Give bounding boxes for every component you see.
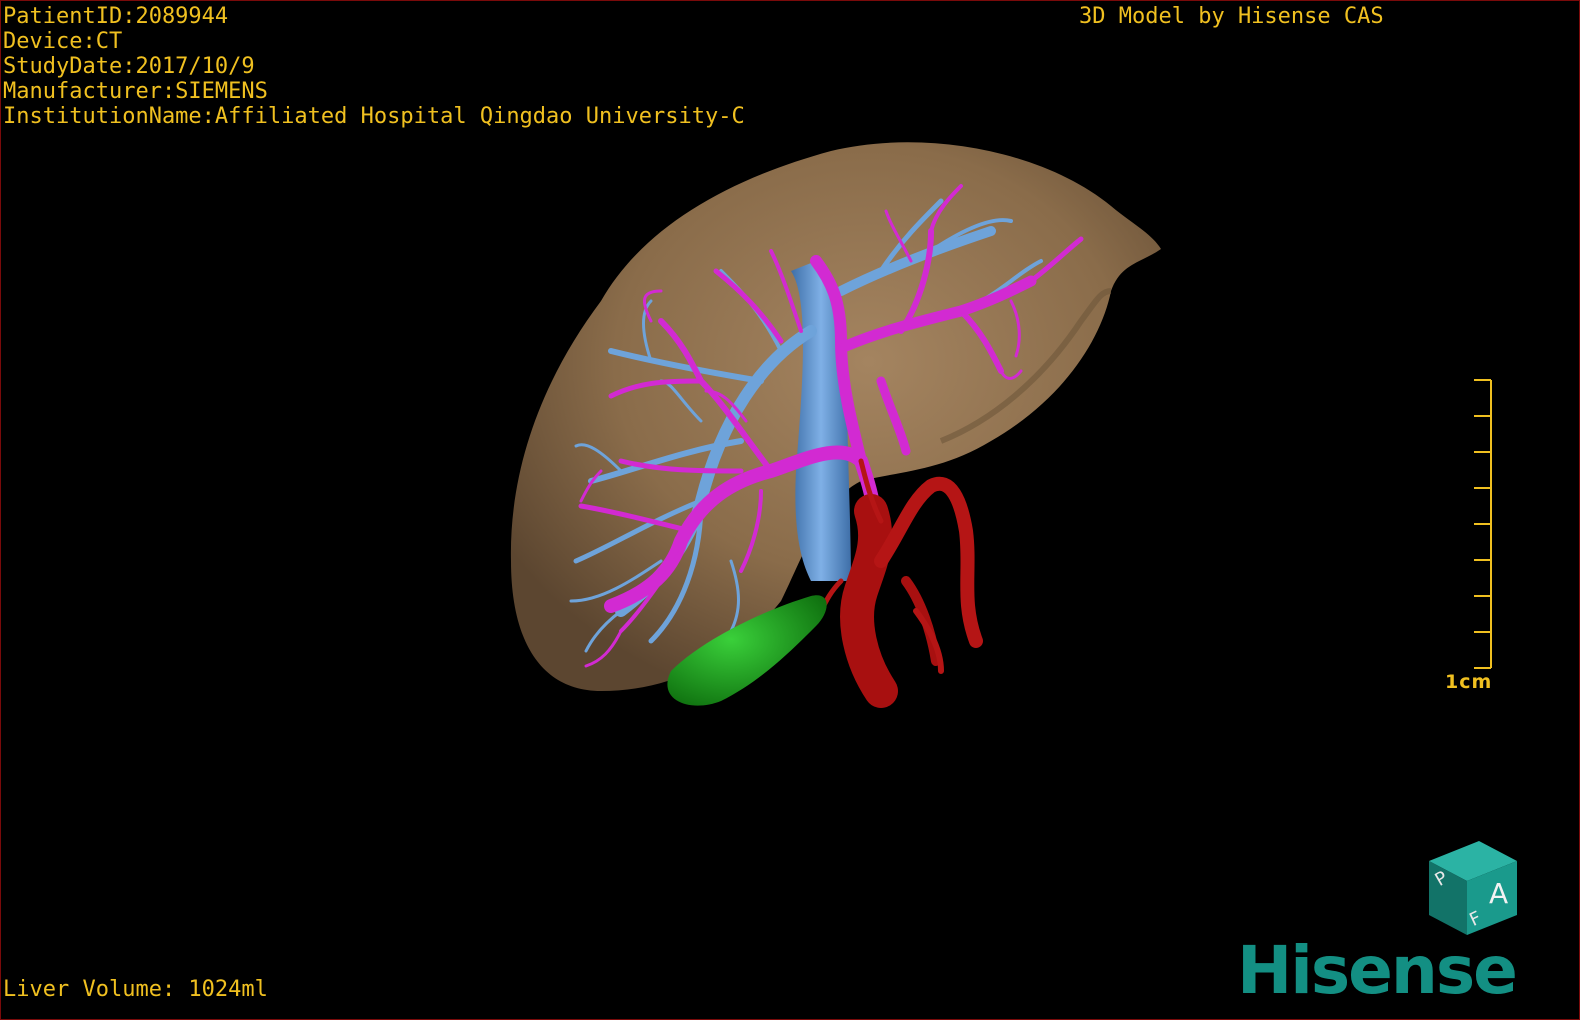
manufacturer: Manufacturer:SIEMENS xyxy=(3,79,268,104)
scale-bar xyxy=(1474,379,1492,669)
orientation-cube[interactable]: A P F xyxy=(1419,833,1529,943)
scale-label: 1cm xyxy=(1445,671,1493,693)
institution-name: InstitutionName:Affiliated Hospital Qing… xyxy=(3,104,745,129)
device-type: Device:CT xyxy=(3,29,123,54)
liver-volume-readout: Liver Volume: 1024ml xyxy=(3,977,268,1002)
cube-front-label: A xyxy=(1489,877,1508,910)
study-date: StudyDate:2017/10/9 xyxy=(3,54,255,79)
dicom-info-overlay: PatientID:2089944 Device:CT StudyDate:20… xyxy=(3,4,745,129)
liver-3d-model[interactable] xyxy=(1,1,1579,1019)
patient-id: PatientID:2089944 xyxy=(3,4,229,29)
model-caption: 3D Model by Hisense CAS xyxy=(1079,4,1384,29)
hisense-logo: Hisense xyxy=(1237,932,1518,1009)
3d-viewport[interactable]: PatientID:2089944 Device:CT StudyDate:20… xyxy=(0,0,1580,1020)
